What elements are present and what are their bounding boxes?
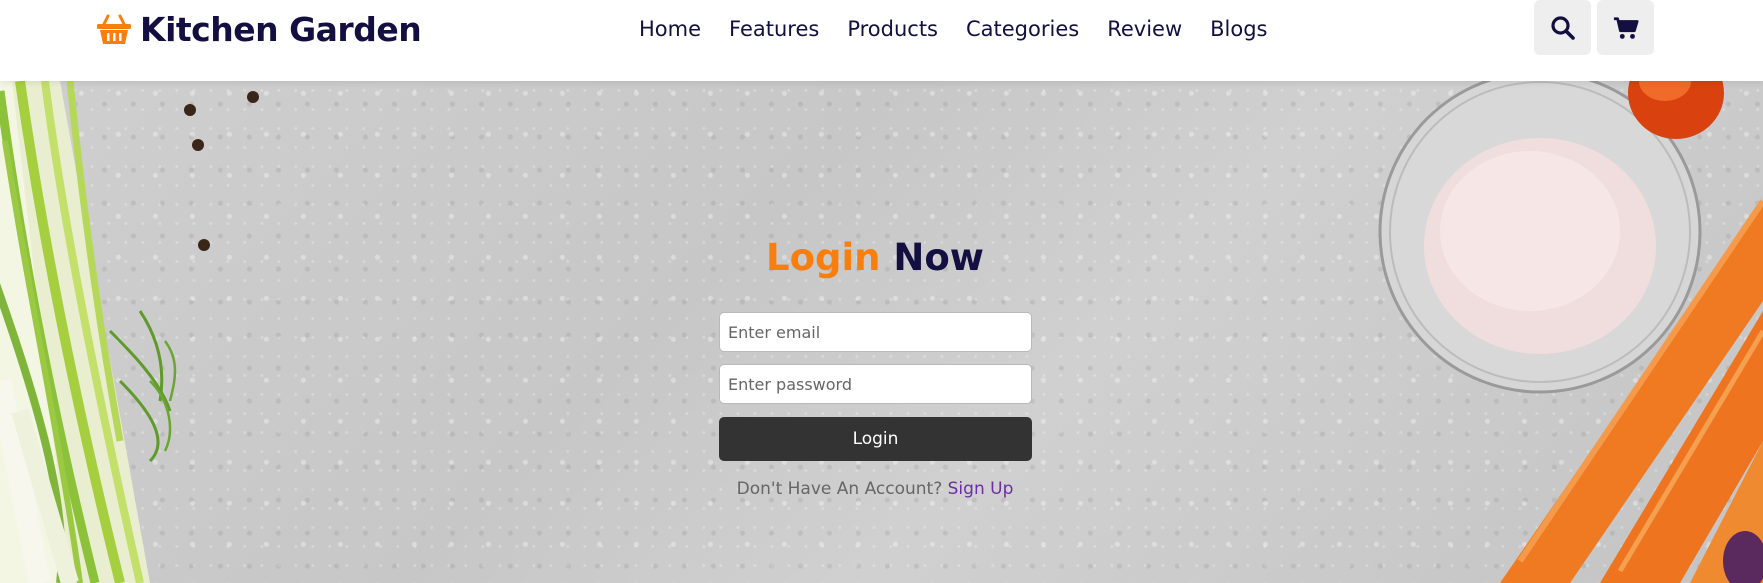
login-button[interactable]: Login: [719, 417, 1032, 461]
nav-products[interactable]: Products: [847, 17, 938, 41]
cart-button[interactable]: [1597, 0, 1654, 55]
login-title-rest: Now: [893, 236, 984, 279]
peppercorns-image: [184, 91, 259, 251]
nav-blogs[interactable]: Blogs: [1210, 17, 1267, 41]
nav-review[interactable]: Review: [1107, 17, 1182, 41]
signup-prompt-line: Don't Have An Account? Sign Up: [0, 479, 1750, 499]
nav-features[interactable]: Features: [729, 17, 819, 41]
cart-icon: [1613, 16, 1639, 39]
logo[interactable]: Kitchen Garden: [96, 8, 422, 50]
search-button[interactable]: [1534, 0, 1591, 55]
signup-link[interactable]: Sign Up: [948, 479, 1014, 499]
login-title-accent: Login: [766, 236, 881, 279]
search-icon: [1550, 15, 1575, 40]
basket-icon: [97, 14, 131, 44]
main-nav: Home Features Products Categories Review…: [639, 12, 1268, 46]
scallions-image: [0, 81, 177, 583]
nav-home[interactable]: Home: [639, 17, 701, 41]
login-title: Login Now: [0, 236, 1750, 279]
signup-prompt-text: Don't Have An Account?: [736, 479, 943, 499]
login-hero: Login Now Login Don't Have An Account? S…: [0, 81, 1763, 583]
password-field[interactable]: [719, 364, 1032, 404]
site-header: Kitchen Garden Home Features Products Ca…: [0, 0, 1763, 81]
nav-categories[interactable]: Categories: [966, 17, 1079, 41]
email-field[interactable]: [719, 312, 1032, 352]
logo-text: Kitchen Garden: [140, 9, 422, 49]
